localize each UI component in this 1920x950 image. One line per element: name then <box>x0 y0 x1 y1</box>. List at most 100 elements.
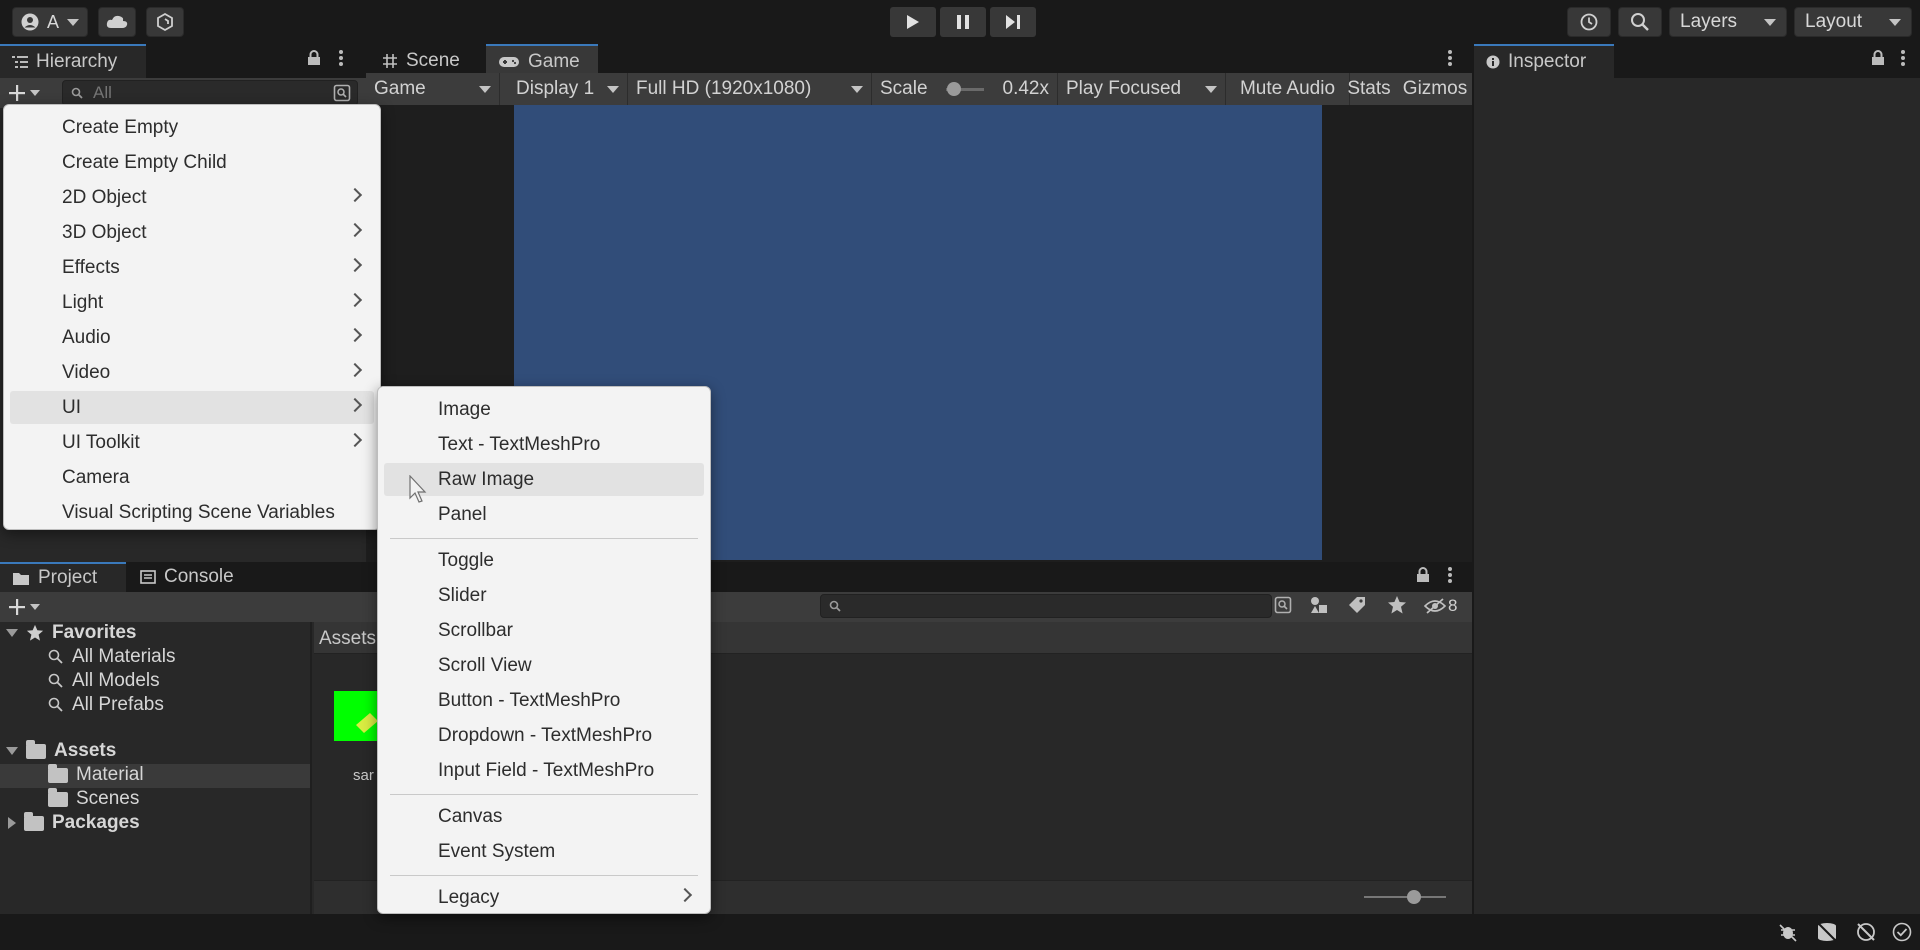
play-button[interactable] <box>890 7 936 37</box>
submenu-item-event-system[interactable]: Event System <box>384 835 704 868</box>
check-circle-icon[interactable] <box>1892 922 1912 942</box>
tab-console[interactable]: Console <box>128 562 246 592</box>
more-options-icon[interactable] <box>338 49 344 67</box>
resolution-select-label: Full HD (1920x1080) <box>636 78 812 99</box>
assets-row[interactable]: Assets <box>6 739 116 763</box>
debug-bug-icon[interactable] <box>1778 922 1798 942</box>
project-search[interactable] <box>820 594 1272 618</box>
scale-slider-thumb[interactable] <box>947 81 962 96</box>
scale-slider[interactable] <box>946 81 985 96</box>
favorite-item[interactable]: All Models <box>48 669 160 693</box>
menu-item-ui[interactable]: UI <box>10 391 374 424</box>
search-by-type-icon[interactable] <box>1274 596 1292 614</box>
packages-row[interactable]: Packages <box>8 811 140 835</box>
submenu-item-panel[interactable]: Panel <box>384 498 704 531</box>
lock-icon[interactable] <box>1416 567 1430 583</box>
breadcrumb[interactable]: Assets <box>319 628 376 650</box>
asset-folder-item[interactable]: Material <box>48 763 144 787</box>
layers-dropdown[interactable]: Layers <box>1669 7 1787 37</box>
menu-item-create-empty[interactable]: Create Empty <box>10 111 374 144</box>
hidden-packages-toggle[interactable]: 8 <box>1424 596 1457 616</box>
stats-toggle[interactable]: Stats <box>1338 73 1400 105</box>
hierarchy-search-input[interactable] <box>91 82 315 104</box>
favorite-label: All Materials <box>72 646 176 667</box>
network-off-icon[interactable] <box>1855 922 1877 942</box>
submenu-item-image[interactable]: Image <box>384 393 704 426</box>
project-create-button[interactable] <box>8 594 50 620</box>
submenu-item-button-textmeshpro[interactable]: Button - TextMeshPro <box>384 684 704 717</box>
info-icon <box>1486 55 1500 69</box>
layout-dropdown[interactable]: Layout <box>1794 7 1912 37</box>
more-options-icon[interactable] <box>1900 49 1906 67</box>
submenu-item-toggle[interactable]: Toggle <box>384 544 704 577</box>
folder-icon <box>26 739 46 759</box>
step-button[interactable] <box>990 7 1036 37</box>
favorite-item[interactable]: All Materials <box>48 645 175 669</box>
gizmos-toggle[interactable]: Gizmos <box>1398 73 1472 105</box>
more-options-icon[interactable] <box>1447 49 1453 67</box>
menu-item-light[interactable]: Light <box>10 286 374 319</box>
account-dropdown[interactable]: A <box>12 7 88 37</box>
menu-item-create-empty-child[interactable]: Create Empty Child <box>10 146 374 179</box>
inspector-tab-label: Inspector <box>1508 51 1587 72</box>
submenu-item-text-textmeshpro[interactable]: Text - TextMeshPro <box>384 428 704 461</box>
resolution-select[interactable]: Full HD (1920x1080) <box>628 73 872 105</box>
pause-button[interactable] <box>940 7 986 37</box>
asset-thumbnail[interactable] <box>334 691 382 741</box>
menu-item-3d-object[interactable]: 3D Object <box>10 216 374 249</box>
thumbnail-size-slider-thumb[interactable] <box>1407 890 1421 904</box>
label-tag-icon[interactable] <box>1348 596 1366 614</box>
menu-item-visual-scripting-scene-variables[interactable]: Visual Scripting Scene Variables <box>10 496 374 529</box>
display-select[interactable]: Display 1 <box>508 73 628 105</box>
history-button[interactable] <box>1567 7 1611 37</box>
menu-item-effects[interactable]: Effects <box>10 251 374 284</box>
menu-item-camera[interactable]: Camera <box>10 461 374 494</box>
collab-button[interactable] <box>146 7 184 37</box>
submenu-item-slider[interactable]: Slider <box>384 579 704 612</box>
hidden-count: 8 <box>1448 596 1458 615</box>
menu-item-2d-object[interactable]: 2D Object <box>10 181 374 214</box>
stats-label: Stats <box>1347 78 1391 99</box>
filter-by-type-icon[interactable] <box>1309 596 1329 614</box>
tab-project[interactable]: Project <box>0 562 126 592</box>
material-preview-icon <box>356 713 378 733</box>
menu-item-video[interactable]: Video <box>10 356 374 389</box>
play-mode-select[interactable]: Play Focused <box>1058 73 1226 105</box>
game-view-select[interactable]: Game <box>366 73 500 105</box>
cache-server-icon[interactable] <box>1816 922 1838 942</box>
asset-folder-item[interactable]: Scenes <box>48 787 139 811</box>
menu-item-audio[interactable]: Audio <box>10 321 374 354</box>
ui-submenu: Image Text - TextMeshPro Raw Image Panel Tog… <box>377 386 711 914</box>
tab-hierarchy[interactable]: Hierarchy <box>0 44 146 78</box>
submenu-item-dropdown-textmeshpro[interactable]: Dropdown - TextMeshPro <box>384 719 704 752</box>
cloud-button[interactable] <box>98 7 136 37</box>
favorites-row[interactable]: Favorites <box>6 621 136 645</box>
search-by-type-icon[interactable] <box>333 84 351 102</box>
main-toolbar: A Layers Layout <box>0 0 1920 44</box>
lock-icon[interactable] <box>1871 50 1885 66</box>
submenu-item-scrollbar[interactable]: Scrollbar <box>384 614 704 647</box>
thumbnail-size-slider[interactable] <box>1364 890 1446 904</box>
favorite-item[interactable]: All Prefabs <box>48 693 164 717</box>
mute-audio-toggle[interactable]: Mute Audio <box>1226 73 1350 105</box>
tab-inspector[interactable]: Inspector <box>1474 44 1614 78</box>
assets-label: Assets <box>54 740 117 761</box>
submenu-item-input-field-textmeshpro[interactable]: Input Field - TextMeshPro <box>384 754 704 787</box>
search-button[interactable] <box>1618 7 1662 37</box>
hierarchy-search[interactable] <box>62 80 358 106</box>
menu-item-label: Event System <box>438 840 556 862</box>
more-options-icon[interactable] <box>1447 566 1453 584</box>
submenu-item-scroll-view[interactable]: Scroll View <box>384 649 704 682</box>
submenu-item-raw-image[interactable]: Raw Image <box>384 463 704 496</box>
create-button[interactable] <box>8 80 50 106</box>
submenu-item-legacy[interactable]: Legacy <box>384 881 704 914</box>
menu-item-label: Scroll View <box>438 654 532 676</box>
submenu-item-canvas[interactable]: Canvas <box>384 800 704 833</box>
create-context-menu: Create Empty Create Empty Child 2D Object 3… <box>3 104 381 530</box>
menu-item-label: UI Toolkit <box>62 431 140 453</box>
menu-item-ui-toolkit[interactable]: UI Toolkit <box>10 426 374 459</box>
search-icon <box>829 600 841 612</box>
lock-icon[interactable] <box>307 50 321 66</box>
star-icon[interactable] <box>1387 595 1407 615</box>
asset-name[interactable]: sar <box>353 767 374 784</box>
